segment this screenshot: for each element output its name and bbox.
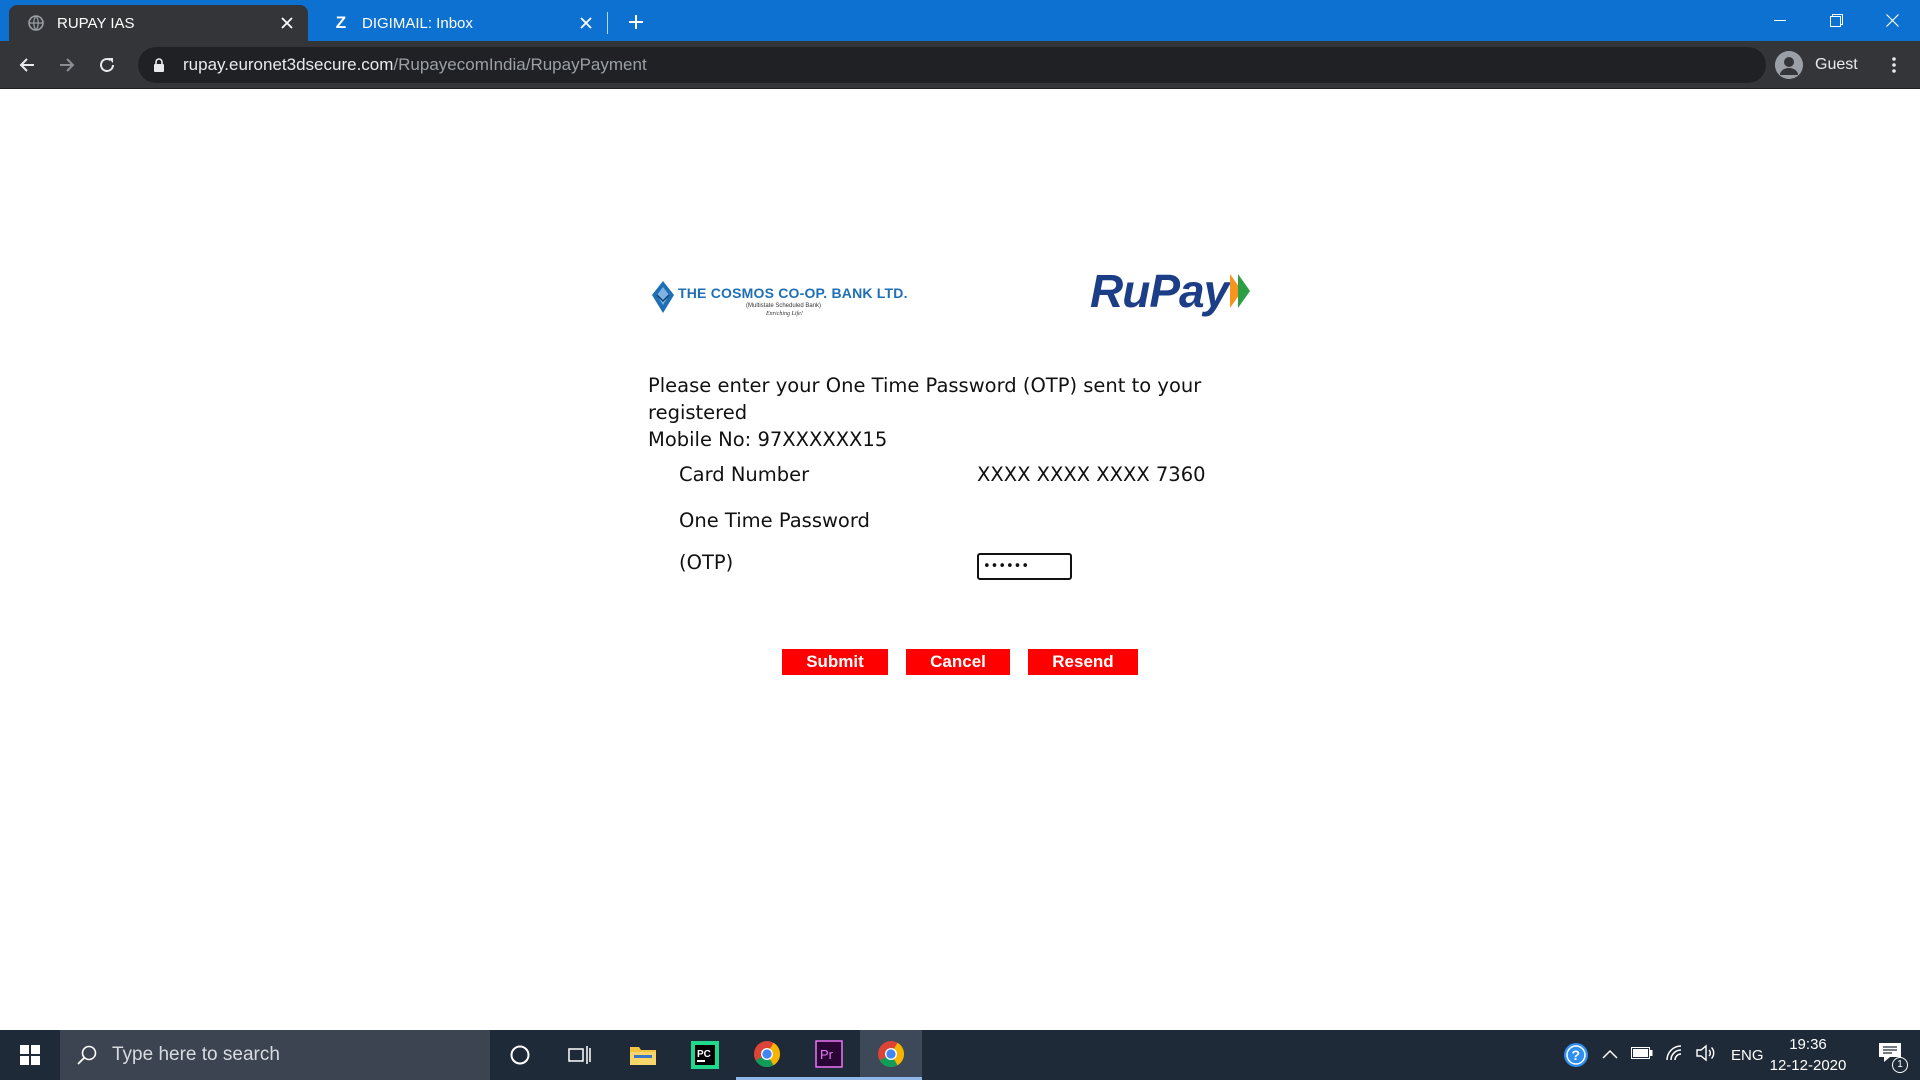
globe-icon — [27, 14, 45, 32]
profile-button[interactable]: Guest — [1775, 49, 1858, 81]
taskbar-search-box[interactable]: Type here to search — [60, 1030, 490, 1080]
chrome-active-button[interactable] — [860, 1030, 922, 1080]
bank-subtitle: (Multistate Scheduled Bank) — [746, 303, 822, 309]
cosmos-bank-logo: THE COSMOS CO-OP. BANK LTD. (Multistate … — [650, 277, 910, 329]
cancel-button[interactable]: Cancel — [906, 649, 1010, 675]
tab-strip: RUPAY IAS Z DIGIMAIL: Inbox — [0, 0, 1920, 41]
payment-page: THE COSMOS CO-OP. BANK LTD. (Multistate … — [0, 89, 1920, 1030]
action-center-button[interactable]: 1 — [1865, 1030, 1915, 1080]
profile-label: Guest — [1815, 56, 1858, 73]
pycharm-button[interactable]: PC — [674, 1030, 736, 1080]
notification-icon: 1 — [1878, 1042, 1908, 1073]
tab-separator — [607, 12, 608, 34]
arrow-left-icon — [19, 58, 34, 72]
window-controls — [1752, 0, 1920, 41]
svg-text:Pr: Pr — [820, 1047, 834, 1062]
restore-button[interactable] — [1808, 0, 1864, 41]
rupay-arrow-icon — [1230, 274, 1251, 308]
bank-name: THE COSMOS CO-OP. BANK LTD. — [678, 285, 908, 301]
z-icon: Z — [335, 13, 347, 32]
reload-button[interactable] — [91, 49, 123, 81]
taskbar-clock[interactable]: 19:36 12-12-2020 — [1765, 1034, 1851, 1076]
card-number-value: XXXX XXXX XXXX 7360 — [977, 463, 1206, 486]
notification-count: 1 — [1892, 1056, 1908, 1073]
rupay-logo: RuPay — [1090, 261, 1260, 321]
windows-logo-icon — [20, 1045, 40, 1065]
instruction-line-2: Mobile No: 97XXXXXX15 — [648, 428, 888, 451]
svg-text:PC: PC — [697, 1049, 711, 1060]
clock-date: 12-12-2020 — [1769, 1057, 1847, 1074]
start-button[interactable] — [0, 1030, 60, 1080]
url-host: rupay.euronet3dsecure.com — [183, 55, 394, 74]
minimize-button[interactable] — [1752, 0, 1808, 41]
chevron-up-icon[interactable] — [1602, 1046, 1618, 1064]
language-indicator[interactable]: ENG — [1731, 1047, 1764, 1064]
tab-title: DIGIMAIL: Inbox — [362, 14, 473, 32]
kebab-menu-icon — [1892, 57, 1896, 73]
close-tab-icon[interactable] — [278, 14, 296, 32]
otp-instruction: Please enter your One Time Password (OTP… — [648, 372, 1288, 453]
file-explorer-button[interactable] — [612, 1030, 674, 1080]
otp-input[interactable] — [977, 553, 1072, 580]
avatar — [1775, 51, 1803, 79]
plus-icon — [629, 15, 643, 29]
task-view-button[interactable] — [549, 1030, 611, 1080]
wifi-icon[interactable] — [1665, 1044, 1685, 1067]
arrow-right-icon — [60, 58, 75, 72]
instruction-line-1: Please enter your One Time Password (OTP… — [648, 374, 1202, 424]
cortana-icon — [510, 1045, 530, 1065]
submit-button[interactable]: Submit — [782, 649, 888, 675]
resend-button[interactable]: Resend — [1028, 649, 1138, 675]
browser-toolbar: rupay.euronet3dsecure.com/RupayecomIndia… — [0, 41, 1920, 89]
taskbar: Type here to search PC Pr ? ENG 19:36 12… — [0, 1030, 1920, 1080]
cortana-button[interactable] — [489, 1030, 551, 1080]
search-placeholder: Type here to search — [112, 1044, 280, 1065]
chrome-icon — [754, 1040, 781, 1067]
cosmos-diamond-icon — [652, 281, 674, 313]
svg-text:?: ? — [1572, 1047, 1581, 1063]
task-view-icon — [568, 1046, 591, 1064]
reload-icon — [100, 57, 114, 72]
url-path: /RupayecomIndia/RupayPayment — [393, 55, 647, 74]
forward-button[interactable] — [51, 49, 83, 81]
file-explorer-icon — [630, 1047, 656, 1065]
lock-icon[interactable] — [153, 57, 169, 73]
new-tab-button[interactable] — [622, 8, 650, 36]
address-bar[interactable]: rupay.euronet3dsecure.com/RupayecomIndia… — [138, 47, 1766, 83]
browser-menu-button[interactable] — [1880, 49, 1908, 81]
otp-label: One Time Password — [679, 509, 870, 532]
url-text: rupay.euronet3dsecure.com/RupayecomIndia… — [183, 55, 647, 75]
volume-icon[interactable] — [1695, 1044, 1717, 1067]
bank-tagline: Enriching Life! — [766, 311, 803, 317]
clock-time: 19:36 — [1789, 1036, 1827, 1053]
card-number-label: Card Number — [679, 463, 810, 486]
close-window-button[interactable] — [1864, 0, 1920, 41]
premiere-pro-button[interactable]: Pr — [798, 1030, 860, 1080]
chrome-icon — [878, 1040, 905, 1067]
premiere-pro-icon: Pr — [815, 1039, 843, 1068]
chrome-button[interactable] — [736, 1030, 798, 1080]
tab-rupay-ias[interactable]: RUPAY IAS — [9, 5, 308, 41]
system-tray: ? ENG — [1562, 1030, 1764, 1080]
person-icon — [1775, 51, 1803, 79]
rupay-wordmark: RuPay — [1090, 265, 1229, 317]
tab-title: RUPAY IAS — [57, 14, 135, 32]
otp-label-abbrev: (OTP) — [679, 551, 734, 574]
close-tab-icon[interactable] — [577, 14, 595, 32]
help-icon[interactable]: ? — [1562, 1041, 1590, 1069]
battery-icon[interactable] — [1631, 1046, 1653, 1064]
tab-digimail-inbox[interactable]: Z DIGIMAIL: Inbox — [314, 5, 607, 41]
back-button[interactable] — [11, 49, 43, 81]
search-icon — [77, 1045, 97, 1065]
pycharm-icon: PC — [691, 1041, 719, 1069]
